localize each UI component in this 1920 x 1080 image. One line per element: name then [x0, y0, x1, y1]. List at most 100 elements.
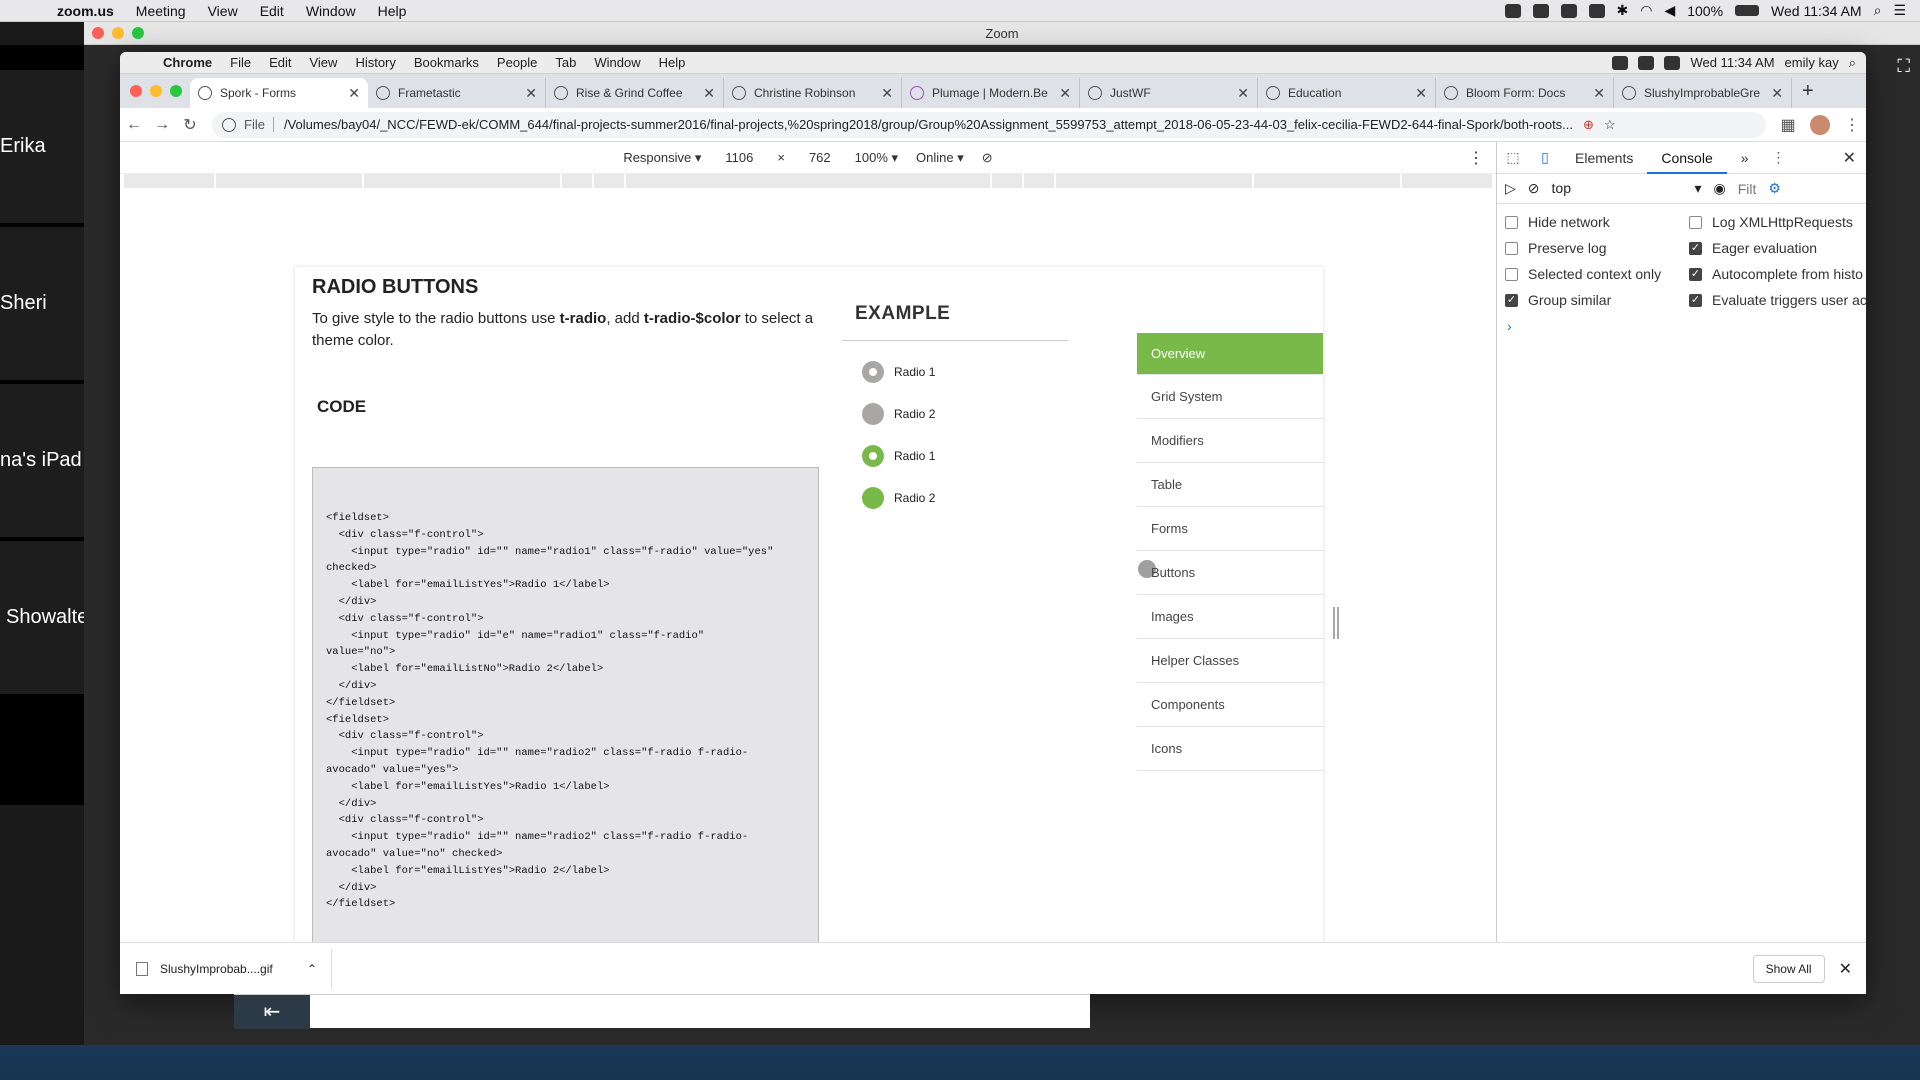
menu-view[interactable]: View: [300, 55, 346, 70]
chrome-menubar-user[interactable]: emily kay: [1785, 55, 1839, 70]
checkbox-checked[interactable]: ✓: [1689, 293, 1702, 307]
nav-item-table[interactable]: Table: [1137, 463, 1323, 507]
browser-tab[interactable]: SlushyImprobableGre ✕: [1614, 78, 1792, 108]
minimize-window-icon[interactable]: [112, 27, 124, 39]
console-filter-input[interactable]: Filt: [1738, 181, 1757, 197]
participant-tile[interactable]: Showalte: [0, 541, 84, 696]
viewport-resize-handle-right[interactable]: [1333, 607, 1339, 639]
browser-tab[interactable]: Rise & Grind Coffee ✕: [546, 78, 724, 108]
fullscreen-icon[interactable]: ⛶: [1897, 56, 1910, 77]
context-select[interactable]: top ▾: [1552, 180, 1702, 197]
setting-log-xhr[interactable]: Log XMLHttpRequests: [1689, 214, 1866, 230]
radio-button[interactable]: [862, 403, 884, 425]
maximize-window-icon[interactable]: [170, 85, 182, 97]
close-tab-icon[interactable]: ✕: [703, 85, 715, 102]
volume-icon[interactable]: ◀: [1664, 2, 1675, 19]
console-settings-icon[interactable]: ⚙: [1768, 180, 1781, 197]
inspect-element-icon[interactable]: ⬚: [1497, 149, 1529, 166]
menu-people[interactable]: People: [488, 55, 546, 70]
info-icon[interactable]: [222, 117, 236, 132]
show-all-button[interactable]: Show All: [1752, 954, 1825, 983]
setting-eager-evaluation[interactable]: ✓ Eager evaluation: [1689, 240, 1866, 256]
participant-tile[interactable]: Erika: [0, 70, 84, 225]
setting-autocomplete-history[interactable]: ✓ Autocomplete from histo: [1689, 266, 1866, 282]
clear-console-icon[interactable]: ⊘: [1528, 180, 1540, 197]
menu-chrome[interactable]: Chrome: [154, 55, 221, 70]
address-bar[interactable]: File /Volumes/bay04/_NCC/FEWD-ek/COMM_64…: [212, 111, 1766, 138]
menu-window[interactable]: Window: [585, 55, 649, 70]
tab-console[interactable]: Console: [1647, 142, 1727, 174]
dropbox-icon[interactable]: [1612, 55, 1629, 70]
close-download-shelf-icon[interactable]: ✕: [1839, 959, 1852, 979]
menu-bookmarks[interactable]: Bookmarks: [405, 55, 488, 70]
profile-avatar[interactable]: [1810, 114, 1830, 135]
creative-cloud-icon[interactable]: [1560, 3, 1577, 18]
setting-evaluate-triggers[interactable]: ✓ Evaluate triggers user ac: [1689, 292, 1866, 308]
close-window-icon[interactable]: [92, 27, 104, 39]
battery-percent[interactable]: 100%: [1687, 3, 1723, 19]
notification-center-icon[interactable]: ☰: [1893, 2, 1906, 19]
menubar-clock[interactable]: Wed 11:34 AM: [1771, 3, 1862, 19]
chrome-menu-icon[interactable]: ⋮: [1838, 115, 1866, 135]
menu-file[interactable]: File: [221, 55, 260, 70]
device-options-icon[interactable]: ⋮: [1468, 148, 1484, 168]
messages-icon[interactable]: [1532, 3, 1549, 18]
reload-icon[interactable]: ↻: [176, 115, 204, 135]
chevron-up-icon[interactable]: ⌃: [307, 962, 317, 976]
radio-option[interactable]: Radio 2: [862, 487, 935, 509]
close-window-icon[interactable]: [130, 85, 142, 97]
rotate-icon[interactable]: ⊘: [982, 150, 993, 166]
forward-icon[interactable]: →: [148, 116, 176, 134]
extension-icon[interactable]: ▦: [1774, 115, 1802, 135]
setting-preserve-log[interactable]: Preserve log: [1505, 240, 1689, 256]
checkbox-checked[interactable]: ✓: [1505, 293, 1518, 307]
nav-item-grid-system[interactable]: Grid System: [1137, 375, 1323, 419]
nav-item-buttons[interactable]: Buttons: [1137, 551, 1323, 595]
nav-item-overview[interactable]: Overview: [1137, 333, 1323, 375]
close-tab-icon[interactable]: ✕: [525, 85, 537, 102]
menu-meeting[interactable]: Meeting: [125, 3, 197, 19]
setting-hide-network[interactable]: Hide network: [1505, 214, 1689, 230]
browser-tab[interactable]: JustWF ✕: [1080, 78, 1258, 108]
menu-app-name[interactable]: zoom.us: [46, 3, 125, 19]
close-tab-icon[interactable]: ✕: [1771, 85, 1783, 102]
close-tab-icon[interactable]: ✕: [881, 85, 893, 102]
menu-tab[interactable]: Tab: [546, 55, 585, 70]
radio-button[interactable]: [862, 361, 884, 383]
download-item[interactable]: SlushyImprobab....gif ⌃: [120, 948, 332, 989]
nav-item-images[interactable]: Images: [1137, 595, 1323, 639]
chrome-menubar-clock[interactable]: Wed 11:34 AM: [1690, 55, 1774, 70]
close-devtools-icon[interactable]: ✕: [1843, 148, 1866, 168]
collapse-arrow-icon[interactable]: ⇤: [234, 995, 310, 1029]
zoom-status-icon[interactable]: [1504, 3, 1521, 18]
menu-window[interactable]: Window: [295, 3, 367, 19]
menu-edit[interactable]: Edit: [260, 55, 300, 70]
checkbox-checked[interactable]: ✓: [1689, 267, 1702, 281]
airplay-icon[interactable]: [1664, 55, 1681, 70]
participant-tile[interactable]: Sheri: [0, 227, 84, 382]
close-tab-icon[interactable]: ✕: [1237, 85, 1249, 102]
nav-item-modifiers[interactable]: Modifiers: [1137, 419, 1323, 463]
browser-tab[interactable]: Frametastic ✕: [368, 78, 546, 108]
bluetooth-icon[interactable]: ✱: [1617, 2, 1629, 19]
menu-edit[interactable]: Edit: [249, 3, 295, 19]
close-tab-icon[interactable]: ✕: [348, 85, 360, 102]
browser-tab[interactable]: Education ✕: [1258, 78, 1436, 108]
nav-item-forms[interactable]: Forms: [1137, 507, 1323, 551]
radio-option[interactable]: Radio 1: [862, 445, 935, 467]
checkbox[interactable]: [1505, 241, 1518, 255]
console-prompt[interactable]: ›: [1497, 318, 1866, 334]
zoom-level-select[interactable]: 100% ▾: [855, 150, 898, 166]
setting-selected-context-only[interactable]: Selected context only: [1505, 266, 1689, 282]
url-text[interactable]: /Volumes/bay04/_NCC/FEWD-ek/COMM_644/fin…: [284, 117, 1573, 132]
viewport-width-input[interactable]: 1106: [719, 150, 759, 165]
media-query-ruler[interactable]: [124, 174, 1493, 190]
nav-item-helper-classes[interactable]: Helper Classes: [1137, 639, 1323, 683]
back-icon[interactable]: ←: [120, 116, 148, 134]
code-sample[interactable]: <fieldset> <div class="f-control"> <inpu…: [312, 467, 819, 956]
radio-option[interactable]: Radio 2: [862, 403, 935, 425]
nav-item-icons[interactable]: Icons: [1137, 727, 1323, 771]
nav-item-components[interactable]: Components: [1137, 683, 1323, 727]
zoom-window-icon[interactable]: [132, 27, 144, 39]
radio-button[interactable]: [862, 445, 884, 467]
